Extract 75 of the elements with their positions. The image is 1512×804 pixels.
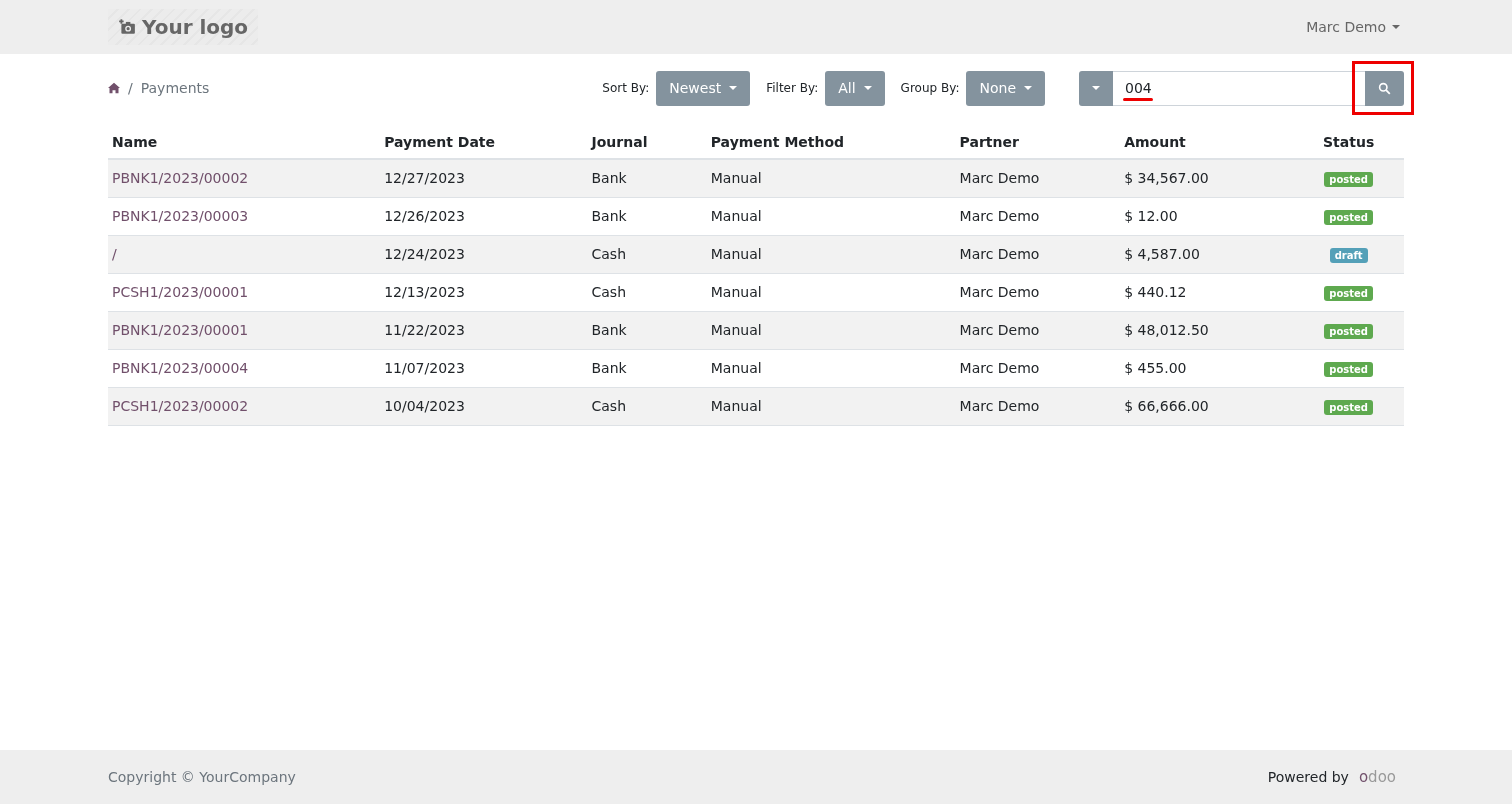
copyright-text: Copyright © YourCompany [108,769,296,785]
breadcrumb-current: Payments [140,80,210,96]
control-label: Sort By: [602,81,650,95]
table-cell: Manual [706,349,956,387]
dropdown-button[interactable]: Newest [656,70,751,106]
caret-icon [863,86,872,90]
home-icon [108,82,120,94]
caret-icon [1092,86,1100,90]
table-cell: Bank [587,349,707,387]
underline-mark [1123,97,1153,101]
table-cell: 12/27/2023 [380,159,588,197]
table-cell: $ 455.00 [1120,349,1294,387]
table-cell: Marc Demo [955,349,1121,387]
table-cell: 11/22/2023 [380,311,588,349]
payment-link[interactable]: PBNK1/2023/00001 [112,322,249,338]
caret-icon [1392,25,1400,29]
powered-by-text: Powered by [1267,769,1349,785]
table-cell: Cash [587,273,707,311]
status-badge: draft [1329,248,1368,263]
payment-link[interactable]: PBNK1/2023/00004 [112,360,249,376]
dropdown-button[interactable]: None [966,70,1045,106]
control-label: Filter By: [766,81,819,95]
table-cell: $ 12.00 [1120,197,1294,235]
search-options-button[interactable] [1079,70,1113,106]
payment-link[interactable]: / [112,246,117,262]
table-cell: Bank [587,159,707,197]
table-cell: Marc Demo [955,235,1121,273]
table-cell: 12/26/2023 [380,197,588,235]
payment-link[interactable]: PCSH1/2023/00002 [112,398,249,414]
highlight-frame [1352,60,1414,115]
search-button[interactable] [1365,70,1404,106]
status-badge: posted [1324,172,1373,188]
search-icon [1378,81,1391,95]
table-cell: Manual [706,197,956,235]
caret-icon [729,86,738,90]
table-cell: $ 440.12 [1120,273,1294,311]
table-cell: Manual [706,273,956,311]
table-cell: Manual [706,159,956,197]
table-cell: Bank [587,311,707,349]
table-cell: $ 4,587.00 [1120,235,1294,273]
status-badge: posted [1324,400,1373,415]
logo[interactable]: Your logo [108,9,259,45]
table-cell: 12/24/2023 [380,235,588,273]
table-cell: 11/07/2023 [380,349,588,387]
table-cell: Marc Demo [955,197,1121,235]
status-badge: posted [1324,210,1373,225]
status-badge: posted [1324,324,1373,339]
payment-link[interactable]: PBNK1/2023/00002 [112,170,249,187]
user-menu[interactable]: Marc Demo [1302,19,1404,35]
payment-link[interactable]: PCSH1/2023/00001 [112,284,249,300]
table-cell: Marc Demo [955,159,1121,197]
logo-text: Your logo [142,15,249,39]
table-cell: $ 48,012.50 [1120,311,1294,349]
table-cell: Marc Demo [955,273,1121,311]
table-cell: Marc Demo [955,311,1121,349]
table-cell: Manual [706,311,956,349]
control-label: Group By: [900,81,960,95]
table-cell: 12/13/2023 [380,273,588,311]
table-cell: $ 34,567.00 [1120,159,1294,197]
status-badge: posted [1324,362,1373,377]
dropdown-button[interactable]: All [825,70,885,106]
caret-icon [1024,86,1032,90]
status-badge: posted [1324,286,1373,301]
table-cell: Marc Demo [955,387,1121,425]
camera-icon [118,18,136,36]
table-cell: Cash [587,235,707,273]
search-field[interactable]: 004 [1113,70,1365,106]
table-cell: Manual [706,387,956,425]
table-cell: $ 66,666.00 [1120,387,1294,425]
breadcrumb-separator: / [128,80,133,96]
table-cell: 10/04/2023 [380,387,588,425]
table-cell: Cash [587,387,707,425]
payment-link[interactable]: PBNK1/2023/00003 [112,208,249,224]
table-cell: Manual [706,235,956,273]
table-cell: Bank [587,197,707,235]
